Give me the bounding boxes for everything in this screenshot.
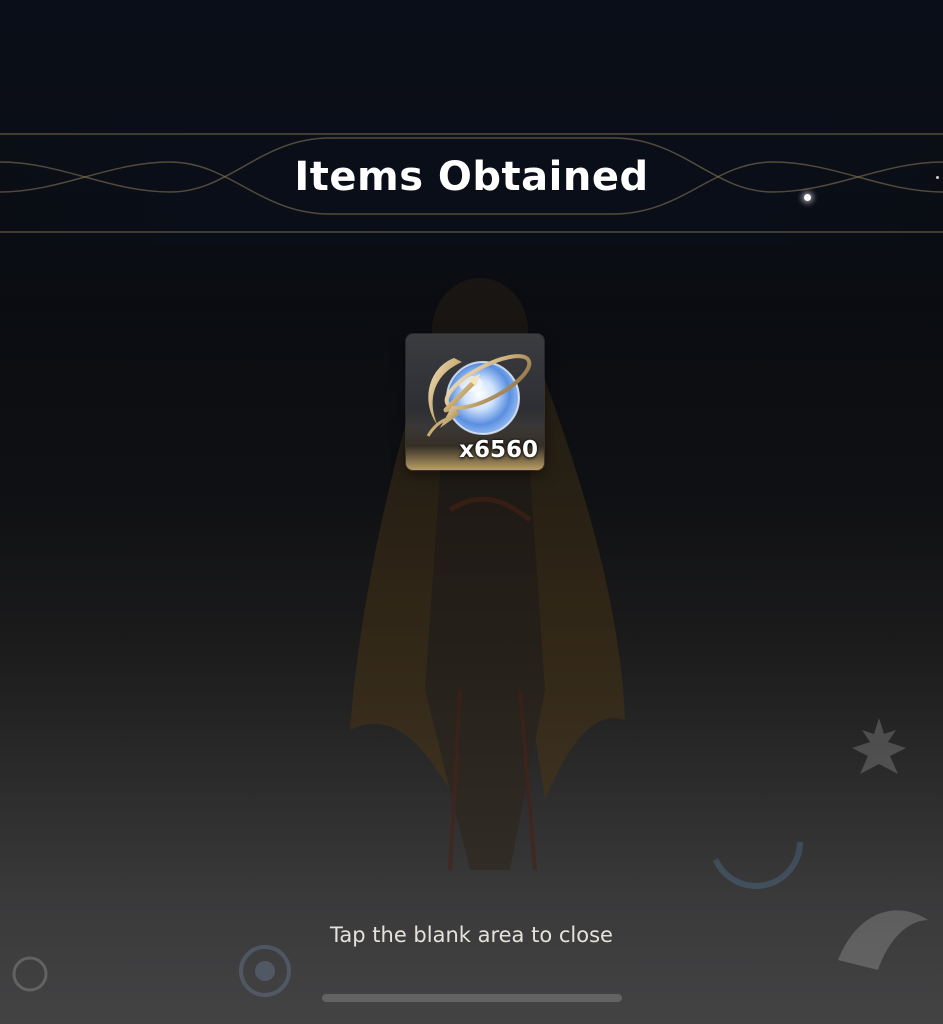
close-hint-text: Tap the blank area to close <box>330 923 613 947</box>
item-quantity: x6560 <box>459 437 538 463</box>
items-obtained-screen: Items Obtained x6560 Tap the blank area … <box>0 0 943 1024</box>
page-title: Items Obtained <box>294 154 649 200</box>
moon-orb-currency-icon <box>426 354 532 437</box>
sparkle-particle-small <box>936 176 939 179</box>
sparkle-particle <box>804 194 811 201</box>
item-card[interactable]: x6560 <box>406 334 544 470</box>
